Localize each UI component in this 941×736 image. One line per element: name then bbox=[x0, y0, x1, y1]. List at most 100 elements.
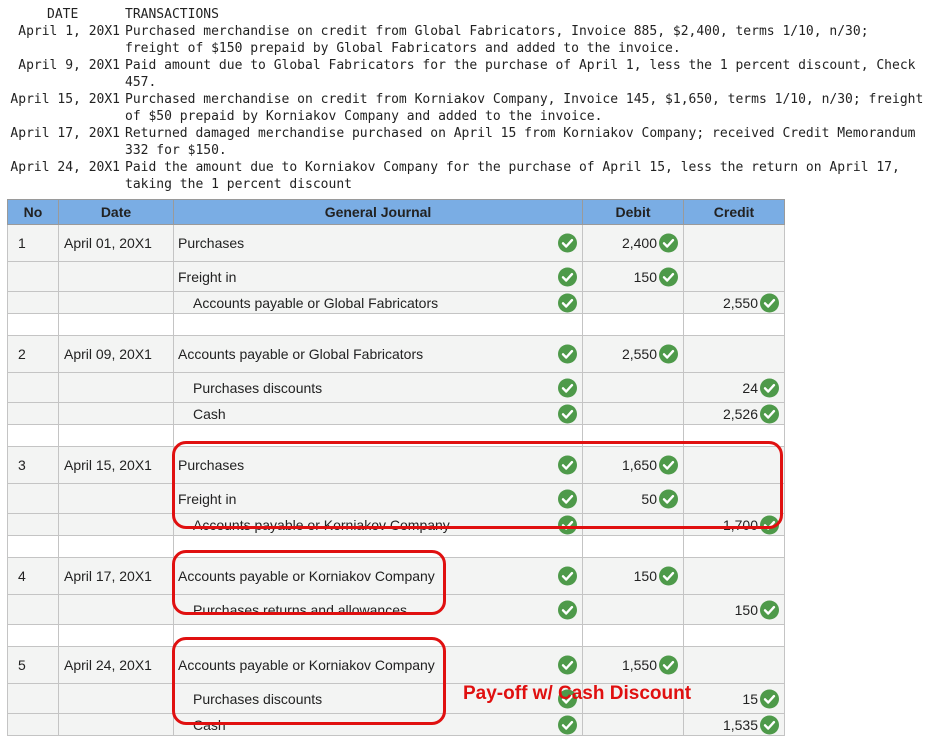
debit-cell: 1,550 bbox=[582, 646, 684, 684]
check-circle-icon bbox=[558, 267, 577, 286]
empty-cell bbox=[683, 535, 785, 558]
credit-cell: 2,550 bbox=[683, 291, 785, 314]
check-circle-icon bbox=[659, 233, 678, 253]
check-circle-icon bbox=[659, 267, 678, 286]
debit-cell bbox=[582, 372, 684, 403]
journal-row: Cash 2,526 bbox=[7, 402, 785, 425]
credit-amount: 15 bbox=[742, 690, 758, 707]
debit-cell bbox=[582, 402, 684, 425]
journal-row: 1 April 01, 20X1 Purchases 2,400 bbox=[7, 224, 785, 262]
check-circle-icon bbox=[558, 404, 577, 423]
debit-cell bbox=[582, 713, 684, 736]
entry-date bbox=[58, 513, 174, 536]
entry-date: April 24, 20X1 bbox=[58, 646, 174, 684]
check-circle-icon bbox=[558, 233, 577, 253]
credit-amount: 150 bbox=[734, 601, 758, 618]
account-cell: Accounts payable or Korniakov Company bbox=[173, 557, 583, 595]
account-cell: Cash bbox=[173, 713, 583, 736]
empty-cell bbox=[173, 535, 583, 558]
account-name: Purchases returns and allowances bbox=[193, 601, 408, 618]
debit-cell: 150 bbox=[582, 557, 684, 595]
journal-row: Purchases returns and allowances 150 bbox=[7, 594, 785, 625]
debit-cell: 2,550 bbox=[582, 335, 684, 373]
credit-amount: 24 bbox=[742, 379, 758, 396]
journal-row: Accounts payable or Korniakov Company 1,7… bbox=[7, 513, 785, 536]
journal-row: Freight in 150 bbox=[7, 261, 785, 292]
transactions-column-label: TRANSACTIONS bbox=[125, 7, 219, 22]
credit-cell bbox=[683, 261, 785, 292]
empty-cell bbox=[58, 424, 174, 447]
credit-amount: 1,535 bbox=[722, 716, 758, 733]
check-circle-icon bbox=[760, 404, 779, 423]
entry-date: April 15, 20X1 bbox=[58, 446, 174, 484]
account-name: Accounts payable or Global Fabricators bbox=[178, 346, 424, 362]
entry-date bbox=[58, 683, 174, 714]
empty-cell bbox=[582, 535, 684, 558]
journal-row: 2 April 09, 20X1 Accounts payable or Globa… bbox=[7, 335, 785, 373]
account-name: Purchases discounts bbox=[193, 379, 323, 396]
empty-cell bbox=[683, 313, 785, 336]
credit-cell: 24 bbox=[683, 372, 785, 403]
empty-cell bbox=[58, 624, 174, 647]
transaction-date: April 15, 20X1 bbox=[10, 92, 120, 107]
debit-amount: 150 bbox=[633, 568, 657, 584]
check-circle-icon bbox=[659, 655, 678, 675]
entry-number: 3 bbox=[7, 446, 59, 484]
debit-cell: 50 bbox=[582, 483, 684, 514]
empty-cell bbox=[173, 424, 583, 447]
account-cell: Accounts payable or Global Fabricators bbox=[173, 335, 583, 373]
debit-cell: 2,400 bbox=[582, 224, 684, 262]
account-name: Accounts payable or Korniakov Company bbox=[193, 516, 450, 533]
empty-cell bbox=[7, 424, 59, 447]
check-circle-icon bbox=[558, 566, 577, 586]
check-circle-icon bbox=[659, 455, 678, 475]
transaction-text: Paid amount due to Global Fabricators fo… bbox=[125, 58, 916, 90]
check-circle-icon bbox=[558, 655, 577, 675]
spacer-row bbox=[7, 624, 785, 647]
empty-cell bbox=[173, 624, 583, 647]
entry-date bbox=[58, 713, 174, 736]
entry-number bbox=[7, 513, 59, 536]
entry-date bbox=[58, 594, 174, 625]
col-debit: Debit bbox=[582, 199, 684, 225]
entry-date bbox=[58, 261, 174, 292]
account-cell: Freight in bbox=[173, 261, 583, 292]
check-circle-icon bbox=[558, 455, 577, 475]
check-circle-icon bbox=[558, 293, 577, 312]
empty-cell bbox=[58, 535, 174, 558]
journal-row: Freight in 50 bbox=[7, 483, 785, 514]
check-circle-icon bbox=[760, 293, 779, 312]
credit-cell bbox=[683, 446, 785, 484]
credit-cell bbox=[683, 646, 785, 684]
journal-body: 1 April 01, 20X1 Purchases 2,400 Freight in 1… bbox=[7, 224, 785, 736]
journal-row: 4 April 17, 20X1 Accounts payable or Korni… bbox=[7, 557, 785, 595]
annotation-note: Pay-off w/ Cash Discount bbox=[463, 683, 692, 704]
empty-cell bbox=[582, 313, 684, 336]
account-name: Accounts payable or Korniakov Company bbox=[178, 657, 435, 673]
journal-row: 5 April 24, 20X1 Accounts payable or Korni… bbox=[7, 646, 785, 684]
account-name: Freight in bbox=[178, 490, 237, 507]
entry-number bbox=[7, 594, 59, 625]
account-cell: Freight in bbox=[173, 483, 583, 514]
credit-amount: 2,526 bbox=[722, 405, 758, 422]
check-circle-icon bbox=[760, 600, 779, 619]
check-circle-icon bbox=[558, 715, 577, 734]
empty-cell bbox=[173, 313, 583, 336]
debit-cell bbox=[582, 594, 684, 625]
account-cell: Purchases bbox=[173, 224, 583, 262]
debit-cell bbox=[582, 291, 684, 314]
col-credit: Credit bbox=[683, 199, 785, 225]
col-date: Date bbox=[58, 199, 174, 225]
debit-amount: 1,650 bbox=[621, 457, 657, 473]
check-circle-icon bbox=[558, 378, 577, 397]
entry-number: 2 bbox=[7, 335, 59, 373]
entry-date: April 17, 20X1 bbox=[58, 557, 174, 595]
empty-cell bbox=[7, 313, 59, 336]
account-name: Purchases discounts bbox=[193, 690, 323, 707]
journal-row: 3 April 15, 20X1 Purchases 1,650 bbox=[7, 446, 785, 484]
col-no: No bbox=[7, 199, 59, 225]
spacer-row bbox=[7, 424, 785, 447]
entry-date bbox=[58, 291, 174, 314]
entry-number bbox=[7, 261, 59, 292]
check-circle-icon bbox=[760, 515, 779, 534]
